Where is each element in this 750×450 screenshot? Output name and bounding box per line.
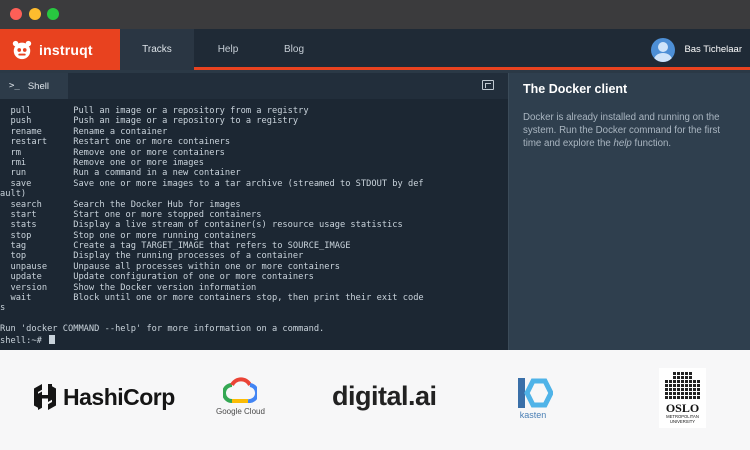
terminal-line: top Display the running processes of a c…	[0, 251, 304, 262]
app-window: instruqt Tracks Help Blog Bas Tichelaar …	[0, 0, 750, 350]
oslomet-building-icon	[664, 372, 700, 399]
assignment-title: The Docker client	[523, 82, 628, 96]
terminal-line: Run 'docker COMMAND --help' for more inf…	[0, 324, 325, 335]
terminal-line: rmi Remove one or more images	[0, 157, 204, 168]
fullscreen-icon[interactable]	[482, 80, 494, 90]
hashicorp-mark-icon	[34, 384, 56, 410]
terminal-line: start Start one or more stopped containe…	[0, 209, 262, 220]
close-window-button[interactable]	[10, 8, 22, 20]
oslomet-subtitle: METROPOLITAN UNIVERSITY	[666, 414, 699, 424]
terminal-cursor	[49, 334, 56, 344]
nav-tab-blog[interactable]: Blog	[262, 29, 326, 70]
terminal-prompt-line[interactable]: shell:~#	[0, 334, 508, 346]
terminal-line: run Run a command in a new container	[0, 168, 241, 179]
terminal-line: pull Pull an image or a repository from …	[0, 106, 309, 116]
terminal-line: rename Rename a container	[0, 126, 168, 137]
tab-shell[interactable]: >_ Shell	[0, 73, 68, 99]
terminal-line: version Show the Docker version informat…	[0, 282, 257, 293]
assignment-panel: The Docker client Docker is already inst…	[508, 73, 750, 350]
digital-ai-logo: digital.ai	[332, 381, 437, 412]
terminal-line: save Save one or more images to a tar ar…	[0, 178, 424, 189]
avatar	[651, 37, 676, 62]
terminal-line: search Search the Docker Hub for images	[0, 199, 241, 210]
terminal-line: rm Remove one or more containers	[0, 147, 225, 158]
hashicorp-logo: HashiCorp	[33, 383, 175, 411]
partner-logos: HashiCorp Google Cloud digital.ai kasten…	[0, 350, 750, 450]
google-cloud-wordmark: Google Cloud	[216, 407, 265, 416]
shell-tabbar: >_ Shell	[0, 73, 508, 99]
terminal-line: tag Create a tag TARGET_IMAGE that refer…	[0, 241, 351, 252]
assignment-text-emphasis: help	[613, 138, 632, 149]
terminal-line: ault)	[0, 189, 27, 200]
digital-ai-wordmark: digital.ai	[332, 381, 437, 411]
terminal-line: stats Display a live stream of container…	[0, 220, 403, 231]
top-navbar: instruqt Tracks Help Blog Bas Tichelaar	[0, 29, 750, 70]
terminal-line: stop Stop one or more running containers	[0, 230, 257, 241]
terminal-line: update Update configuration of one or mo…	[0, 272, 314, 283]
terminal-prompt-icon: >_	[9, 81, 20, 91]
maximize-window-button[interactable]	[47, 8, 59, 20]
tab-shell-label: Shell	[27, 80, 49, 92]
oslomet-name: OSLO	[665, 401, 700, 415]
hashicorp-wordmark: HashiCorp	[63, 383, 175, 410]
terminal-prompt: shell:~#	[0, 335, 48, 346]
kasten-mark-icon	[518, 378, 553, 408]
nav-tab-help[interactable]: Help	[196, 29, 260, 70]
user-menu[interactable]: Bas Tichelaar	[651, 29, 742, 70]
assignment-text-end: function.	[631, 138, 672, 149]
user-name: Bas Tichelaar	[684, 44, 742, 55]
google-cloud-icon	[223, 377, 258, 403]
brand-name: instruqt	[39, 41, 93, 58]
oslomet-logo: OSLO METROPOLITAN UNIVERSITY	[659, 368, 706, 428]
minimize-window-button[interactable]	[29, 8, 41, 20]
assignment-body: Docker is already installed and running …	[523, 111, 736, 150]
terminal-line: restart Restart one or more containers	[0, 137, 231, 148]
window-titlebar	[0, 0, 750, 29]
shell-panel: >_ Shell pull Pull an image or a reposit…	[0, 73, 508, 350]
instruqt-logo-icon	[12, 40, 32, 59]
terminal-line: wait Block until one or more containers …	[0, 293, 424, 304]
kasten-logo: kasten	[513, 377, 553, 420]
brand-logo[interactable]: instruqt	[0, 29, 120, 70]
google-cloud-logo: Google Cloud	[216, 377, 265, 416]
terminal-line: push Push an image or a repository to a …	[0, 116, 299, 127]
terminal-line: s	[0, 303, 6, 314]
terminal-line: unpause Unpause all processes within one…	[0, 261, 340, 272]
kasten-wordmark: kasten	[519, 410, 547, 420]
nav-tab-tracks[interactable]: Tracks	[120, 29, 194, 70]
terminal-output[interactable]: pull Pull an image or a repository from …	[0, 106, 508, 350]
